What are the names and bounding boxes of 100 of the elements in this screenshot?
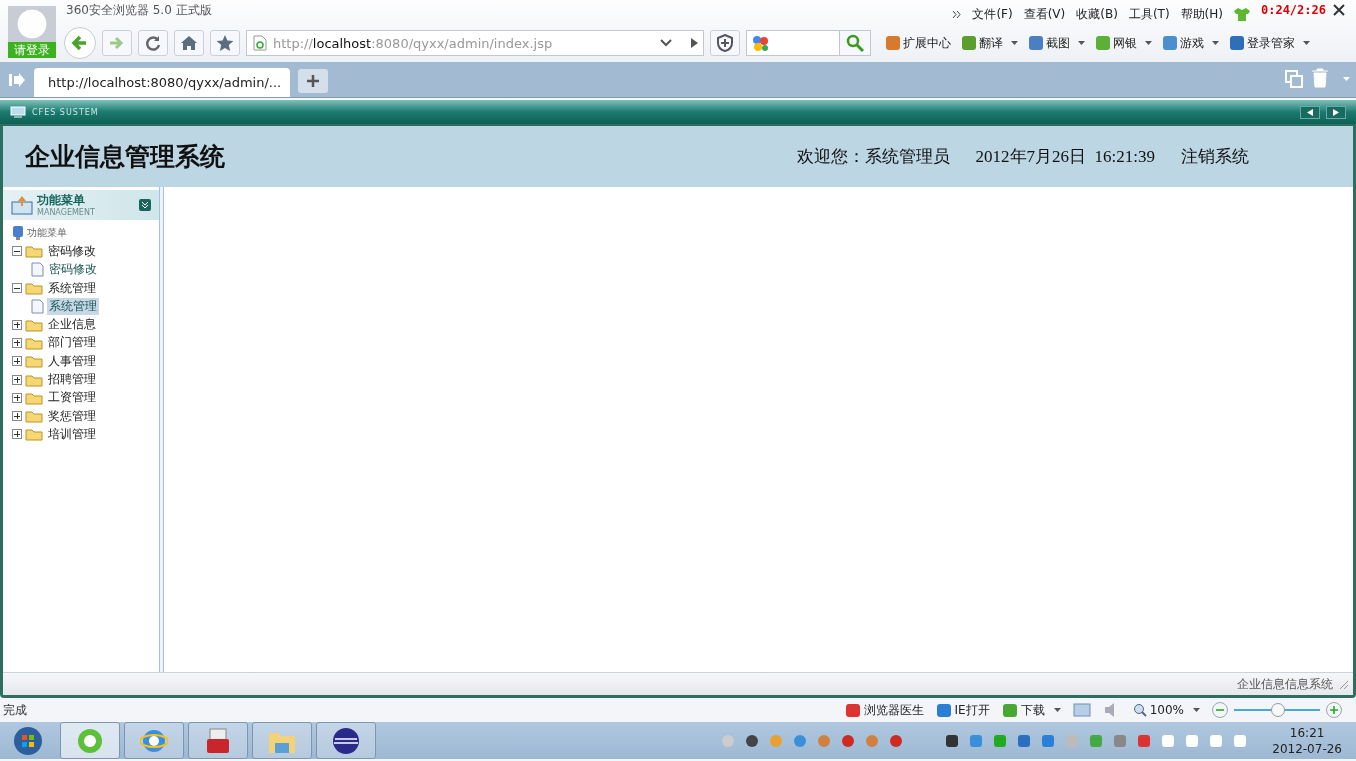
home-icon — [180, 35, 198, 51]
new-tab-button[interactable] — [298, 69, 328, 93]
taskbar-app[interactable] — [316, 722, 376, 759]
folder-icon — [25, 354, 43, 369]
tool-icon — [1229, 35, 1245, 51]
tree-item[interactable]: 奖惩管理 — [46, 407, 98, 425]
close-icon[interactable] — [1332, 3, 1346, 17]
toolbar-button[interactable]: 网银 — [1095, 34, 1152, 52]
toolbar-button[interactable]: 游戏 — [1162, 34, 1219, 52]
date-time: 2012年7月26日 16:21:39 — [975, 146, 1155, 168]
recorder-timer: 0:24/2:26 — [1260, 3, 1326, 17]
page-icon — [30, 298, 44, 314]
tree-item[interactable]: 系统管理 — [47, 297, 99, 315]
tray-icon[interactable] — [944, 732, 961, 749]
scroll-right-button[interactable] — [1326, 105, 1346, 119]
resize-grip-icon[interactable] — [1337, 678, 1349, 690]
tree-item[interactable]: 部门管理 — [46, 334, 98, 352]
status-button[interactable]: 下载 — [1001, 701, 1061, 719]
expander-icon[interactable] — [12, 356, 22, 367]
collapse-icon[interactable] — [139, 199, 151, 211]
expander-icon[interactable] — [12, 392, 22, 403]
shield-button[interactable] — [710, 30, 740, 56]
toolbar-button[interactable]: 扩展中心 — [885, 34, 951, 52]
sidebar-toggle-icon[interactable] — [8, 72, 26, 88]
more-icon[interactable] — [952, 9, 962, 19]
tree-item[interactable]: 招聘管理 — [46, 371, 98, 388]
search-button[interactable] — [839, 30, 871, 56]
logout-link[interactable]: 注销系统 — [1181, 145, 1249, 168]
status-button[interactable]: 浏览器医生 — [844, 701, 924, 719]
home-button[interactable] — [174, 30, 204, 56]
search-icon — [846, 34, 864, 52]
back-button[interactable] — [64, 27, 96, 59]
tree-item[interactable]: 企业信息 — [46, 316, 98, 334]
slider-thumb[interactable] — [1271, 703, 1285, 717]
menu-item[interactable]: 收藏(B) — [1076, 5, 1118, 23]
system-banner: CFES SUSTEM — [0, 100, 1356, 124]
scroll-left-button[interactable] — [1300, 105, 1320, 119]
expander-icon[interactable] — [12, 374, 22, 385]
caret-icon[interactable] — [1145, 41, 1152, 45]
plus-icon — [1330, 706, 1338, 714]
shirt-icon[interactable] — [1233, 7, 1250, 21]
expander-icon[interactable] — [12, 337, 22, 348]
right-arrow-icon — [1333, 108, 1339, 116]
status-button[interactable]: IE打开 — [935, 701, 990, 719]
tree-item[interactable]: 培训管理 — [46, 425, 98, 443]
caret-icon[interactable] — [1053, 708, 1061, 712]
tree-item[interactable]: 密码修改 — [46, 242, 98, 260]
tool-icon — [961, 35, 977, 51]
tree-item[interactable]: 人事管理 — [46, 352, 98, 370]
expander-icon[interactable] — [12, 283, 22, 294]
caret-icon[interactable] — [1078, 41, 1085, 45]
menu-item[interactable]: 工具(T) — [1128, 5, 1170, 23]
refresh-icon — [144, 34, 162, 52]
address-field[interactable]: http://localhost:8080/qyxx/admin/index.jsp — [246, 30, 704, 56]
search-field[interactable] — [746, 30, 840, 56]
computer-icon — [12, 225, 24, 242]
zoom-button[interactable]: 100% — [1132, 703, 1200, 717]
folder-icon — [25, 409, 43, 424]
toolbar-button[interactable]: 翻译 — [961, 34, 1018, 52]
taskbar-app[interactable] — [124, 722, 184, 759]
menu-item[interactable]: 文件(F) — [972, 5, 1013, 23]
tree-item[interactable]: 密码修改 — [47, 261, 99, 279]
splitter-handle[interactable] — [159, 187, 164, 672]
windows-icon[interactable] — [1072, 703, 1091, 717]
caret-icon[interactable] — [1303, 41, 1310, 45]
tool-icon — [1095, 35, 1111, 51]
toolbar-button[interactable]: 截图 — [1028, 34, 1085, 52]
windows-icon[interactable] — [1285, 70, 1303, 88]
status-text: 完成 — [3, 701, 27, 719]
forward-arrow-icon — [108, 35, 126, 51]
clock[interactable]: 16:21 2012-07-26 — [1252, 724, 1356, 757]
favorite-button[interactable] — [210, 30, 240, 56]
caret-icon[interactable] — [1193, 708, 1200, 712]
expander-icon[interactable] — [12, 246, 22, 257]
trash-icon[interactable] — [1311, 68, 1329, 88]
expander-icon[interactable] — [12, 411, 22, 422]
minus-icon — [1216, 706, 1224, 714]
expander-icon[interactable] — [12, 429, 22, 440]
toolbar-button[interactable]: 登录管家 — [1229, 34, 1310, 52]
status-icon — [1001, 702, 1018, 718]
forward-button[interactable] — [102, 30, 132, 56]
magnifier-icon — [1132, 703, 1147, 717]
menu-title: 功能菜单 — [37, 192, 86, 207]
tree-item[interactable]: 系统管理 — [46, 279, 98, 297]
caret-icon[interactable] — [1011, 41, 1018, 45]
menu-item[interactable]: 帮助(H) — [1180, 5, 1223, 23]
tree-item[interactable]: 工资管理 — [46, 389, 98, 407]
plus-icon — [306, 74, 320, 88]
expander-icon[interactable] — [12, 319, 22, 330]
toolbox-icon — [204, 726, 232, 755]
menu-item[interactable]: 查看(V) — [1023, 5, 1066, 23]
tray-icon[interactable] — [744, 732, 761, 749]
star-icon — [216, 34, 234, 52]
refresh-button[interactable] — [138, 30, 168, 56]
caret-icon[interactable] — [1212, 41, 1219, 45]
shield-icon — [716, 34, 734, 52]
browser-tab[interactable]: http://localhost:8080/qyxx/admin/... — [34, 68, 290, 97]
taskbar-app[interactable] — [188, 722, 248, 759]
tree-root: 功能菜单 — [27, 226, 67, 241]
folder-icon — [25, 372, 43, 387]
